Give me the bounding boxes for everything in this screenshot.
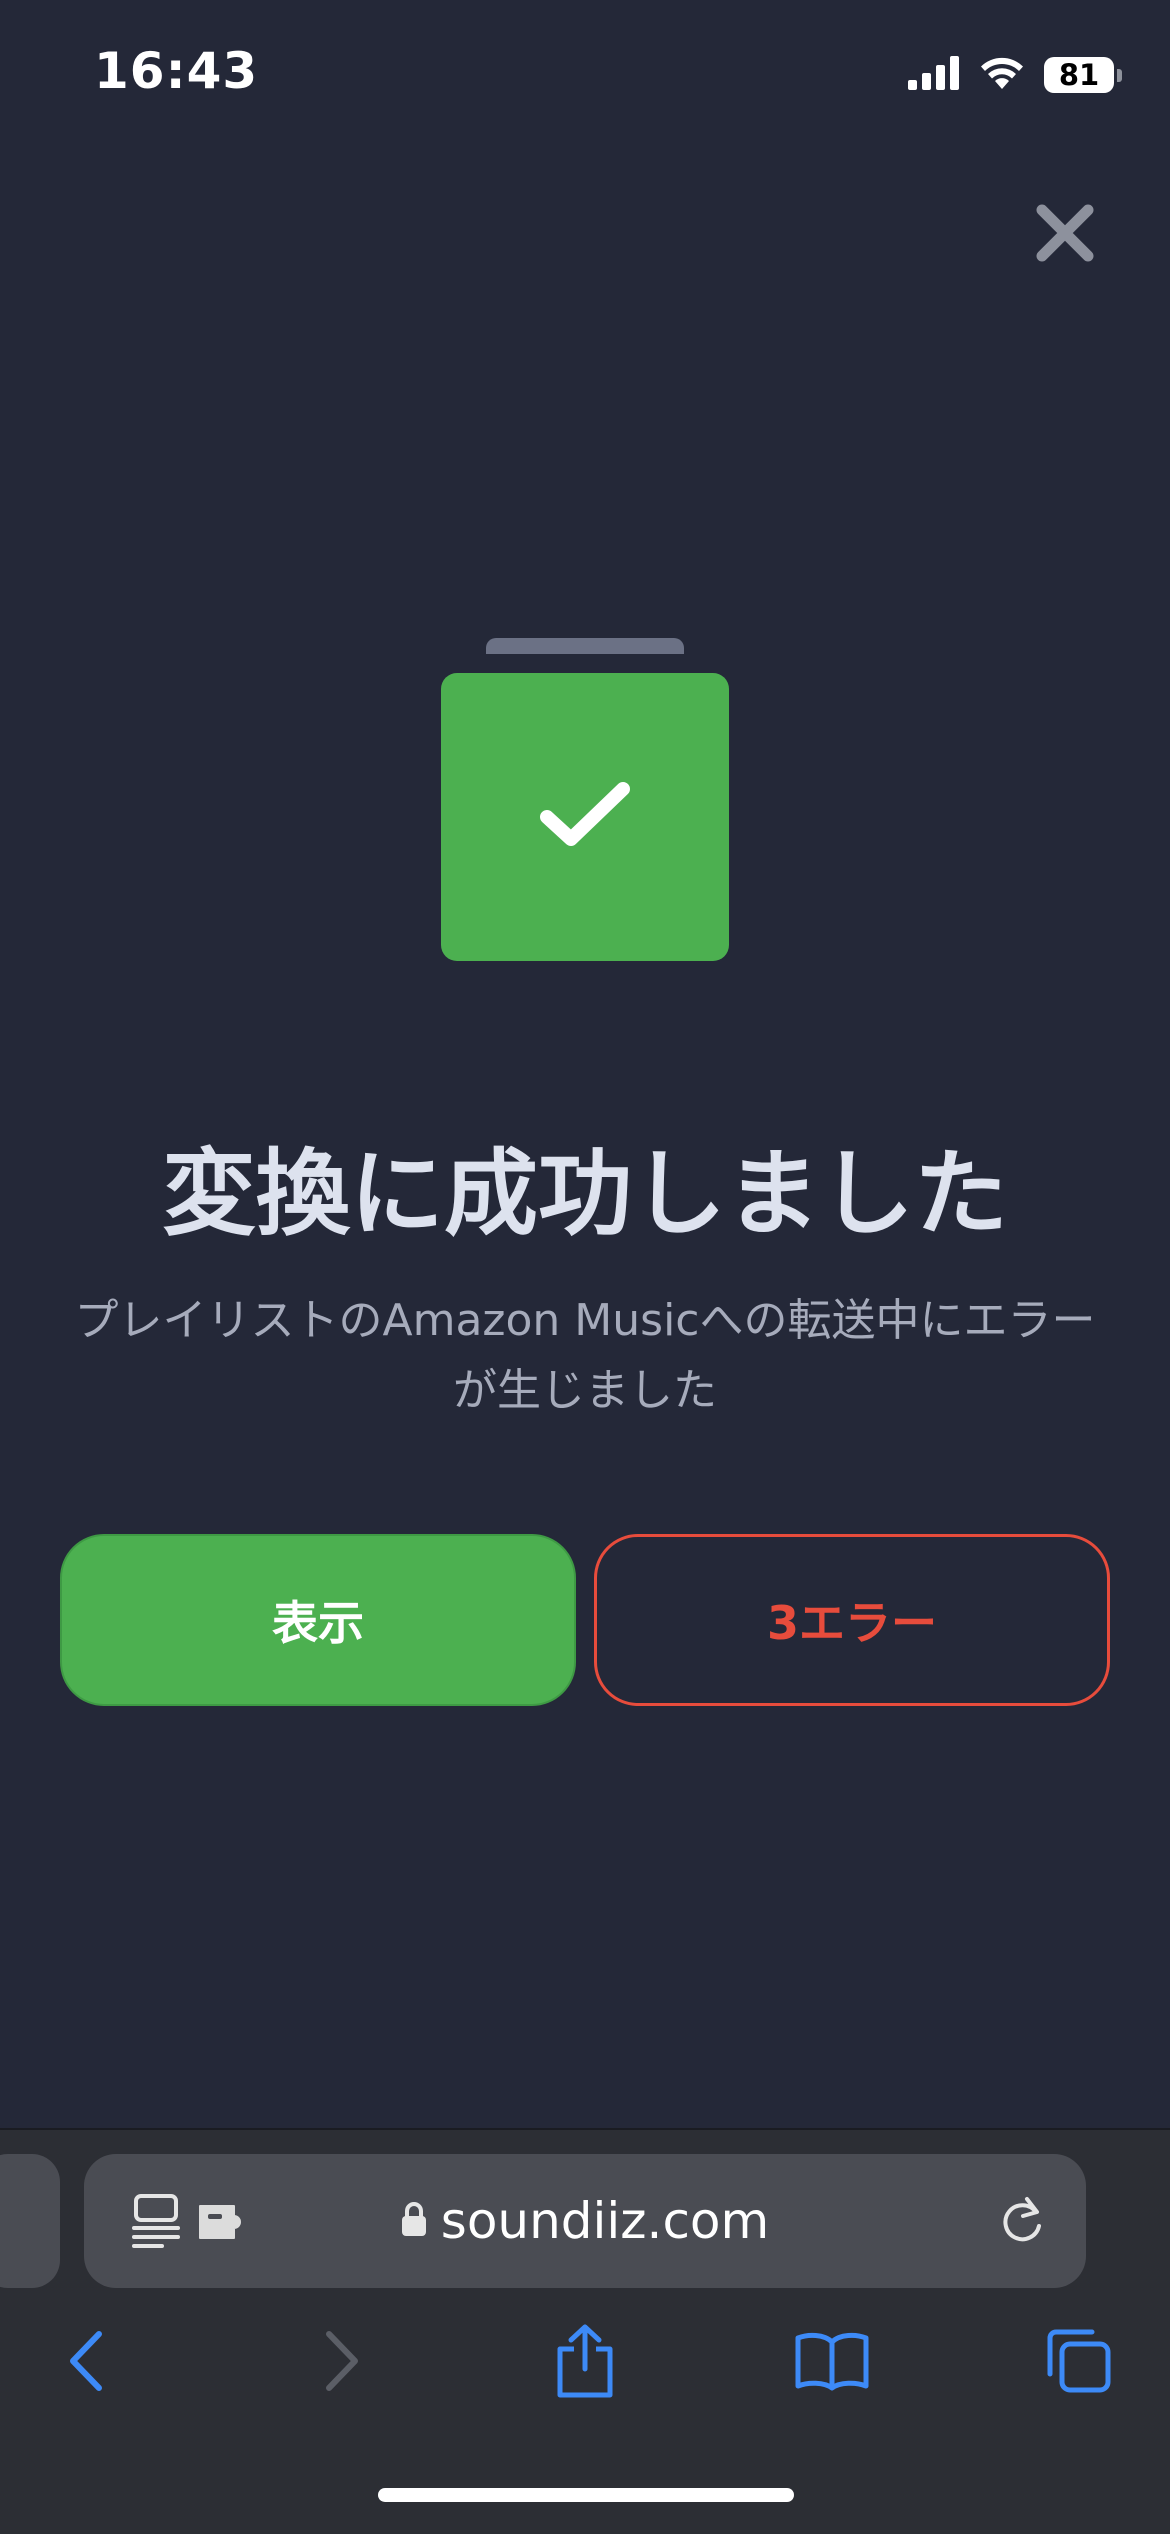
checkmark-icon bbox=[537, 779, 633, 855]
previous-tab-preview[interactable] bbox=[0, 2154, 60, 2288]
bookmarks-button[interactable] bbox=[787, 2318, 877, 2408]
back-button[interactable] bbox=[42, 2318, 132, 2408]
page-format-icon[interactable] bbox=[132, 2194, 182, 2252]
share-button[interactable] bbox=[540, 2318, 630, 2408]
reload-icon[interactable] bbox=[998, 2196, 1046, 2250]
wifi-icon bbox=[978, 55, 1026, 95]
tabs-icon bbox=[1044, 2326, 1114, 2400]
cellular-signal-icon bbox=[908, 56, 960, 94]
battery-indicator: 81 bbox=[1044, 57, 1122, 93]
address-bar[interactable]: soundiiz.com bbox=[84, 2154, 1086, 2288]
chevron-left-icon bbox=[67, 2330, 107, 2396]
extension-puzzle-icon[interactable] bbox=[196, 2202, 248, 2246]
close-icon bbox=[1030, 204, 1100, 272]
view-button-label: 表示 bbox=[272, 1596, 364, 1650]
home-indicator[interactable] bbox=[378, 2488, 794, 2502]
errors-button-label: 3エラー bbox=[766, 1596, 937, 1650]
share-icon bbox=[554, 2323, 616, 2403]
lock-icon bbox=[401, 2201, 427, 2241]
status-indicators: 81 bbox=[908, 52, 1122, 98]
clipboard-tab bbox=[486, 638, 684, 654]
forward-button[interactable] bbox=[296, 2318, 386, 2408]
close-button[interactable] bbox=[1030, 198, 1100, 268]
success-illustration bbox=[441, 673, 729, 961]
battery-level: 81 bbox=[1058, 58, 1100, 92]
view-button[interactable]: 表示 bbox=[60, 1534, 576, 1706]
url-text[interactable]: soundiiz.com bbox=[441, 2192, 769, 2250]
result-title: 変換に成功しました bbox=[161, 1140, 1008, 1249]
book-icon bbox=[794, 2330, 870, 2396]
tabs-button[interactable] bbox=[1034, 2318, 1124, 2408]
errors-button[interactable]: 3エラー bbox=[594, 1534, 1110, 1706]
status-time: 16:43 bbox=[94, 42, 259, 100]
chevron-right-icon bbox=[321, 2330, 361, 2396]
result-message: プレイリストのAmazon Musicへの転送中にエラーが生じました bbox=[74, 1295, 1096, 1416]
